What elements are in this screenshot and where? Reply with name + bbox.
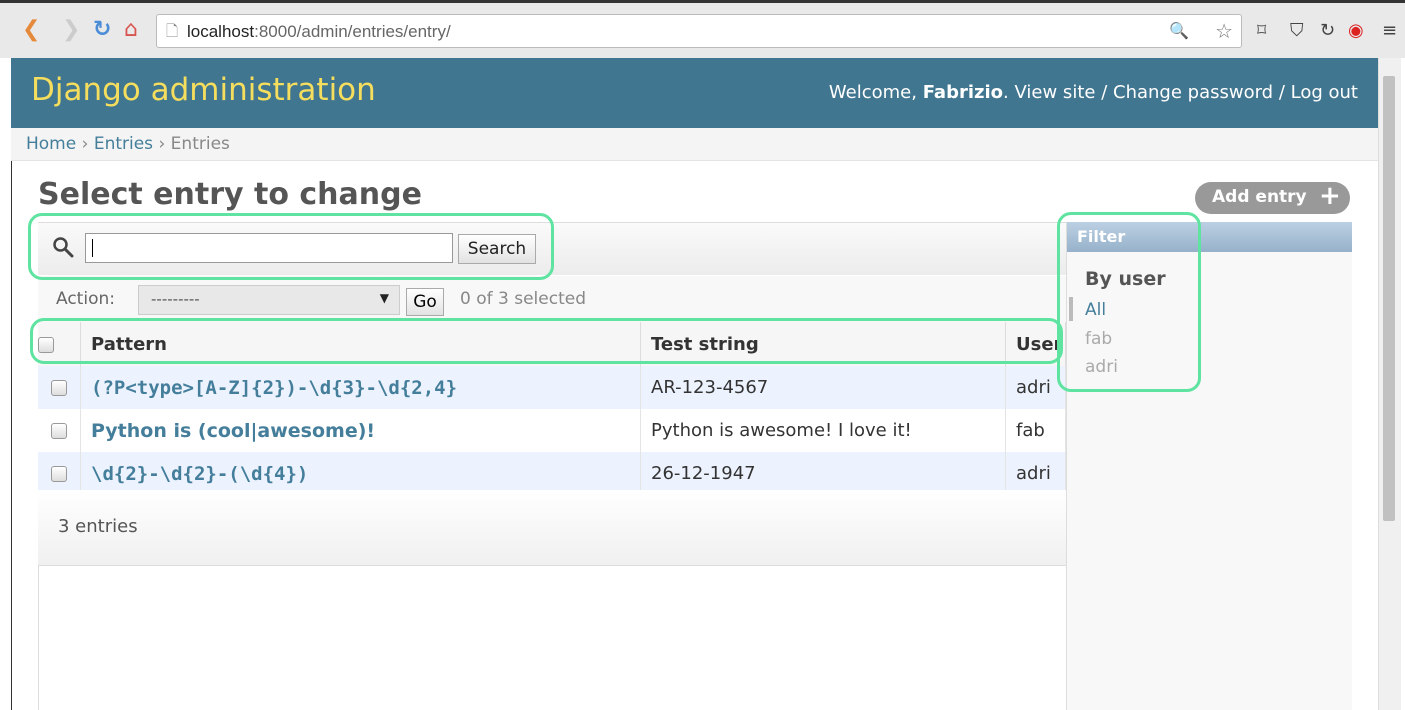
add-entry-button[interactable]: Add entry + xyxy=(1195,181,1350,214)
highlight-search xyxy=(28,213,554,280)
highlight-filter xyxy=(1057,212,1201,392)
breadcrumb-home[interactable]: Home xyxy=(26,134,76,154)
go-button[interactable]: Go xyxy=(406,288,444,316)
table-row: Python is (cool|awesome)! Python is awes… xyxy=(38,409,1066,452)
result-count: 3 entries xyxy=(58,516,138,537)
test-string-cell: AR-123-4567 xyxy=(640,366,1006,409)
address-bar[interactable]: 🗋 localhost:8000/admin/entries/entry/ 🔍 … xyxy=(156,14,1242,48)
pattern-link[interactable]: Python is (cool|awesome)! xyxy=(91,420,375,442)
logout-link[interactable]: Log out xyxy=(1291,82,1358,103)
reload-icon[interactable]: ↻ xyxy=(93,18,111,42)
site-name[interactable]: Django administration xyxy=(31,72,376,108)
test-string-cell: 26-12-1947 xyxy=(640,452,1006,495)
selection-counter: 0 of 3 selected xyxy=(460,289,586,309)
table-row: (?P<type>[A-Z]{2})-\d{3}-\d{2,4} AR-123-… xyxy=(38,366,1066,409)
menu-icon[interactable]: ≡ xyxy=(1382,20,1397,42)
plus-icon: + xyxy=(1319,181,1341,211)
breadcrumb: Home › Entries › Entries xyxy=(11,128,1378,161)
actions-bar: Action: --------- ▼ Go 0 of 3 selected xyxy=(38,276,1066,322)
pocket-icon[interactable]: ⛉ xyxy=(1290,20,1304,42)
table-row: \d{2}-\d{2}-(\d{4}) 26-12-1947 adri xyxy=(38,452,1066,495)
page-title: Select entry to change xyxy=(38,177,422,212)
page-icon: 🗋 xyxy=(166,22,179,40)
screen-icon[interactable]: ⌑ xyxy=(1257,20,1266,42)
user-cell: adri xyxy=(1005,452,1066,495)
highlight-headers xyxy=(30,318,1063,364)
test-string-cell: Python is awesome! I love it! xyxy=(640,409,1006,452)
row-checkbox[interactable] xyxy=(51,380,67,396)
user-cell: fab xyxy=(1005,409,1066,452)
username: Fabrizio xyxy=(922,82,1004,103)
view-site-link[interactable]: View site xyxy=(1015,82,1096,103)
url-text: localhost:8000/admin/entries/entry/ xyxy=(187,22,451,41)
admin-header: Django administration Welcome, Fabrizio.… xyxy=(11,58,1378,128)
row-checkbox[interactable] xyxy=(51,466,67,482)
pattern-link[interactable]: \d{2}-\d{2}-(\d{4}) xyxy=(91,463,308,485)
back-icon[interactable]: ❮ xyxy=(22,18,40,42)
opera-icon[interactable]: ◉ xyxy=(1348,20,1364,42)
breadcrumb-current: Entries xyxy=(170,134,230,154)
action-select[interactable]: --------- ▼ xyxy=(138,285,400,315)
scrollbar[interactable] xyxy=(1378,58,1401,710)
home-icon[interactable]: ⌂ xyxy=(124,18,138,42)
forward-icon[interactable]: ❯ xyxy=(62,18,80,42)
zoom-icon[interactable]: 🔍 xyxy=(1169,21,1189,40)
refresh-ext-icon[interactable]: ↻ xyxy=(1320,20,1335,42)
pattern-link[interactable]: (?P<type>[A-Z]{2})-\d{3}-\d{2,4} xyxy=(91,377,457,399)
breadcrumb-app[interactable]: Entries xyxy=(94,134,153,154)
dropdown-arrow-icon: ▼ xyxy=(379,291,389,305)
star-icon[interactable]: ☆ xyxy=(1215,19,1233,43)
user-tools: Welcome, Fabrizio. View site / Change pa… xyxy=(828,82,1358,103)
scroll-thumb[interactable] xyxy=(1383,76,1395,521)
browser-toolbar: ❮ ❯ ↻ ⌂ 🗋 localhost:8000/admin/entries/e… xyxy=(0,0,1405,58)
welcome-text: Welcome, xyxy=(828,82,917,103)
action-label: Action: xyxy=(56,289,115,309)
paginator: 3 entries xyxy=(38,490,1066,566)
change-password-link[interactable]: Change password xyxy=(1113,82,1273,103)
row-checkbox[interactable] xyxy=(51,423,67,439)
divider xyxy=(38,565,39,710)
